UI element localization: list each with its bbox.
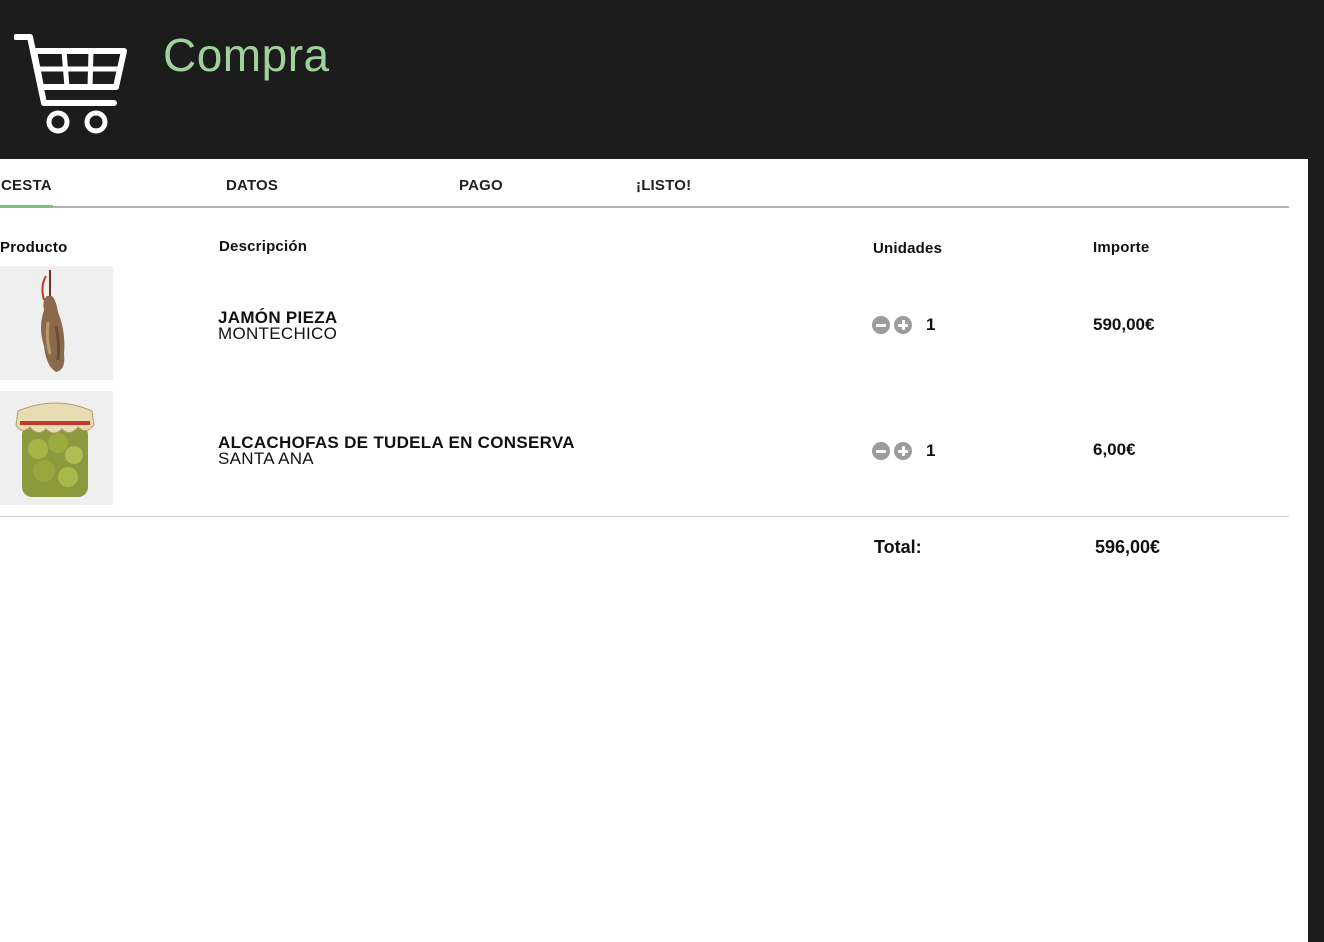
tab-datos[interactable]: DATOS bbox=[226, 177, 278, 194]
total-label: Total: bbox=[874, 537, 922, 557]
total-divider bbox=[0, 516, 1289, 517]
ham-illustration bbox=[41, 270, 65, 372]
plus-button[interactable] bbox=[894, 316, 912, 334]
quantity-value: 1 bbox=[926, 441, 936, 460]
tab-cesta[interactable]: CESTA bbox=[1, 177, 52, 194]
jamon-image[interactable] bbox=[0, 266, 113, 380]
product-brand: MONTECHICO bbox=[218, 324, 338, 343]
total-value: 596,00€ bbox=[1095, 537, 1161, 557]
product-price: 6,00€ bbox=[1093, 440, 1136, 459]
tab-pago[interactable]: PAGO bbox=[459, 177, 503, 194]
checkout-panel: CESTA DATOS PAGO ¡LISTO! Producto Descri… bbox=[0, 159, 1308, 942]
artichoke-jar-image[interactable] bbox=[0, 391, 113, 505]
tabs-divider bbox=[0, 206, 1289, 208]
column-header-units: Unidades bbox=[873, 240, 943, 257]
quantity-stepper: 1 bbox=[872, 441, 935, 461]
shopping-cart-icon bbox=[14, 34, 127, 134]
jar-illustration bbox=[15, 402, 95, 497]
tab-listo[interactable]: ¡LISTO! bbox=[636, 177, 691, 194]
page-title: Compra bbox=[163, 29, 330, 81]
quantity-value: 1 bbox=[926, 315, 936, 334]
minus-button[interactable] bbox=[872, 442, 890, 460]
checkout-steps-tabs: CESTA DATOS PAGO ¡LISTO! bbox=[0, 159, 1289, 209]
product-brand: SANTA ANA bbox=[218, 449, 314, 468]
column-header-product: Producto bbox=[0, 239, 68, 256]
app-header: Compra bbox=[0, 0, 1324, 159]
active-tab-indicator bbox=[0, 205, 53, 208]
product-price: 590,00€ bbox=[1093, 315, 1155, 334]
minus-button[interactable] bbox=[872, 316, 890, 334]
column-header-description: Descripción bbox=[219, 238, 308, 255]
column-header-amount: Importe bbox=[1093, 239, 1150, 256]
plus-button[interactable] bbox=[894, 442, 912, 460]
quantity-stepper: 1 bbox=[872, 315, 935, 335]
